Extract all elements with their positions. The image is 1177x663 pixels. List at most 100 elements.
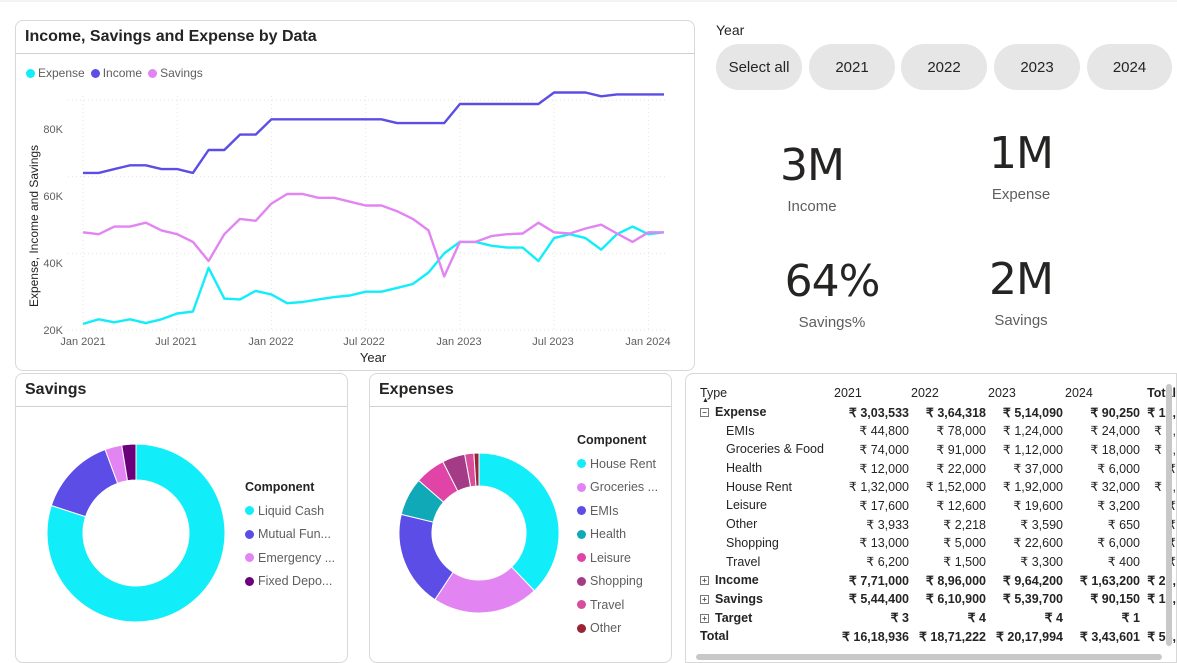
legend-dot-icon	[577, 482, 586, 492]
table-cell: ₹ 12,600	[936, 498, 986, 513]
row-label: Other	[726, 517, 758, 532]
line-chart-card[interactable]: Income, Savings and Expense by Data Expe…	[15, 20, 695, 371]
row-header[interactable]: House Rent	[700, 480, 832, 494]
row-label: Income	[715, 573, 759, 588]
table-cell: ₹ 6,000	[1097, 536, 1140, 551]
table-cell: ₹ 18,000	[1090, 442, 1140, 457]
legend-item-mutual-funds[interactable]: Mutual Fun...	[245, 523, 335, 547]
row-label: Target	[715, 610, 753, 625]
y-tick-label: 60K	[43, 191, 63, 203]
legend-item-travel[interactable]: Travel	[577, 593, 658, 617]
row-header[interactable]: Groceries & Food	[700, 442, 832, 456]
table-cell: ₹ 3	[890, 611, 909, 626]
matrix-header-type[interactable]: Type ▲	[700, 386, 832, 404]
legend-item-shopping[interactable]: Shopping	[577, 570, 658, 594]
row-header[interactable]: EMIs	[700, 424, 832, 438]
savings-donut-legend: Component Liquid Cash Mutual Fun... Emer…	[245, 480, 335, 593]
collapse-icon[interactable]: −	[700, 408, 709, 418]
matrix-header-2021[interactable]: 2021	[832, 386, 909, 400]
row-header[interactable]: + Target	[700, 611, 832, 625]
row-header[interactable]: Leisure	[700, 498, 832, 512]
row-header[interactable]: Shopping	[700, 536, 832, 550]
table-cell: ₹ 78,000	[936, 424, 986, 439]
legend-dot-icon	[577, 600, 586, 610]
legend-item-other[interactable]: Other	[577, 617, 658, 641]
legend-dot-icon	[245, 506, 254, 516]
legend-item-house-rent[interactable]: House Rent	[577, 452, 658, 476]
slicer-option-select-all[interactable]: Select all	[716, 44, 802, 90]
expand-icon[interactable]: +	[700, 576, 709, 586]
row-header[interactable]: Other	[700, 517, 832, 531]
table-cell: ₹ 3,933	[866, 517, 909, 532]
table-cell: ₹ 1,24,000	[1002, 424, 1063, 439]
expand-icon[interactable]: +	[700, 613, 709, 623]
vertical-scrollbar[interactable]	[1166, 384, 1172, 646]
x-tick-label: Jul 2021	[155, 336, 197, 348]
table-cell: ₹ 4	[1044, 611, 1063, 626]
table-cell: ₹ 91,000	[936, 442, 986, 457]
legend-item-leisure[interactable]: Leisure	[577, 546, 658, 570]
series-line-income[interactable]	[83, 91, 664, 175]
kpi-expense-value: 1M	[989, 128, 1054, 179]
table-row: + Target ₹ 3 ₹ 4 ₹ 4 ₹ 1	[700, 608, 1176, 627]
kpi-income-label: Income	[787, 198, 837, 215]
expenses-donut-legend: Component House Rent Groceries ... EMIs …	[577, 433, 658, 640]
table-cell: ₹ 74,000	[859, 442, 909, 457]
table-cell: ₹ 22,000	[936, 461, 986, 476]
row-label: Groceries & Food	[726, 442, 824, 457]
legend-title: Component	[577, 433, 647, 447]
x-tick-label: Jan 2021	[60, 336, 105, 348]
table-cell: ₹ 3,300	[1020, 555, 1063, 570]
donut-slice[interactable]	[478, 452, 560, 592]
table-cell: ₹ 3,03,533	[848, 405, 909, 420]
slicer-option-2022[interactable]: 2022	[901, 44, 987, 90]
row-header[interactable]: Health	[700, 461, 832, 475]
kpi-expense-label: Expense	[991, 186, 1051, 203]
legend-dot-icon	[577, 576, 586, 586]
table-cell: ₹ 3,200	[1097, 498, 1140, 513]
table-cell: ₹ 19,600	[1013, 498, 1063, 513]
x-tick-label: Jan 2024	[625, 336, 670, 348]
slicer-option-2023[interactable]: 2023	[994, 44, 1080, 90]
matrix-header-2023[interactable]: 2023	[986, 386, 1063, 400]
row-header[interactable]: + Savings	[700, 592, 832, 606]
matrix-table: Type ▲ 2021 2022 2023 2024 Total − Expense…	[700, 384, 1176, 646]
legend-item-emergency[interactable]: Emergency ...	[245, 546, 335, 570]
expand-icon[interactable]: +	[700, 595, 709, 605]
legend-dot-icon	[245, 553, 254, 563]
slicer-option-2021[interactable]: 2021	[809, 44, 895, 90]
slicer-option-2024[interactable]: 2024	[1087, 44, 1172, 90]
matrix-card[interactable]: Type ▲ 2021 2022 2023 2024 Total − Expense…	[685, 373, 1177, 663]
table-cell: ₹ 8,96,000	[925, 573, 986, 588]
table-cell: ₹ 32,000	[1090, 480, 1140, 495]
expenses-donut-card[interactable]: Expenses Component House Rent Groceries …	[369, 373, 672, 663]
table-cell: ₹ 44,800	[859, 424, 909, 439]
table-row: Groceries & Food ₹ 74,000 ₹ 91,000 ₹ 1,12,0…	[700, 440, 1176, 459]
legend-item-groceries[interactable]: Groceries ...	[577, 476, 658, 500]
matrix-header-2022[interactable]: 2022	[909, 386, 986, 400]
table-cell: ₹ 6,200	[866, 555, 909, 570]
matrix-header-2024[interactable]: 2024	[1063, 386, 1140, 400]
row-header[interactable]: − Expense	[700, 405, 832, 419]
x-tick-label: Jul 2023	[532, 336, 574, 348]
donut-slice[interactable]	[50, 448, 119, 518]
legend-dot-icon	[577, 553, 586, 563]
legend-dot-icon	[245, 576, 254, 586]
savings-donut-card[interactable]: Savings Component Liquid Cash Mutual Fun…	[15, 373, 348, 663]
line-chart-plot: 20K 40K 60K 80K Jan 2021 Jul 2021 Jan 20…	[27, 91, 671, 365]
table-cell: ₹ 1	[1121, 611, 1140, 626]
table-cell: ₹ 6,10,900	[925, 592, 986, 607]
row-header[interactable]: + Income	[700, 573, 832, 587]
legend-item-health[interactable]: Health	[577, 523, 658, 547]
table-cell: ₹ 400	[1107, 555, 1140, 570]
legend-item-emis[interactable]: EMIs	[577, 499, 658, 523]
kpi-savings-pct-value: 64%	[784, 256, 881, 307]
row-header[interactable]: Travel	[700, 555, 832, 569]
series-line-expense[interactable]	[82, 225, 665, 326]
table-row: Health ₹ 12,000 ₹ 22,000 ₹ 37,000 ₹ 6,000 ₹	[700, 459, 1176, 478]
row-label: Leisure	[726, 498, 767, 513]
y-tick-label: 80K	[43, 124, 63, 136]
legend-dot-icon	[577, 623, 586, 633]
legend-item-fixed-deposit[interactable]: Fixed Depo...	[245, 570, 335, 594]
legend-item-liquid-cash[interactable]: Liquid Cash	[245, 499, 335, 523]
